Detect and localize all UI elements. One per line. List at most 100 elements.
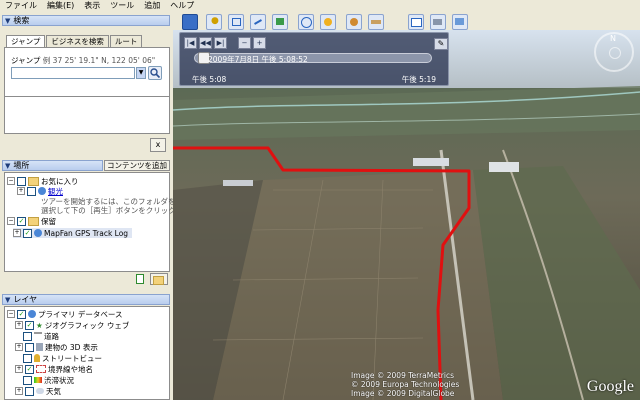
search-button[interactable]: [148, 66, 162, 80]
collapse-toggle[interactable]: −: [7, 177, 15, 185]
expand-toggle[interactable]: +: [13, 229, 21, 237]
add-overlay-button[interactable]: [272, 14, 288, 30]
tree-item-saved[interactable]: − ✓ 保留: [7, 216, 56, 226]
folder-icon: [28, 216, 39, 226]
star-icon: ★: [36, 320, 43, 330]
folder-menu-button[interactable]: [150, 273, 168, 285]
planet-icon: [350, 18, 358, 26]
expand-toggle[interactable]: +: [15, 343, 23, 351]
printer-icon: [433, 19, 442, 25]
layers-tree: − ✓ プライマリ データベース + ✓ ★ ジオグラフィック ウェブ 道路 +…: [4, 306, 170, 400]
places-tree: − お気に入り + 観光 ツアーを開始するには、このフォルダを 選択して下の［再…: [4, 172, 176, 272]
maps-button[interactable]: [452, 14, 468, 30]
checkbox[interactable]: [23, 331, 32, 341]
google-logo: Google: [586, 378, 634, 395]
layer-item[interactable]: + ✓ ★ ジオグラフィック ウェブ: [15, 320, 129, 330]
checkbox[interactable]: [27, 186, 36, 196]
overlay-icon: [276, 18, 284, 25]
jump-label: ジャンプ 例 37 25' 19.1" N, 122 05' 06": [11, 55, 155, 66]
navigation-control[interactable]: N: [594, 32, 634, 72]
tree-item-track-log[interactable]: + ✓ MapFan GPS Track Log: [13, 228, 133, 238]
layer-label: 建物の 3D 表示: [45, 342, 98, 352]
look-joystick-icon[interactable]: [609, 47, 621, 59]
layer-item[interactable]: + ✓ 境界線や地名: [15, 364, 93, 374]
expand-toggle[interactable]: +: [15, 387, 23, 395]
tree-item-sightseeing[interactable]: + 観光: [17, 186, 63, 196]
checkbox[interactable]: [23, 353, 32, 363]
search-section-header[interactable]: ▼ 検索: [2, 15, 170, 26]
copyright-line: Image © 2009 TerraMetrics: [351, 371, 455, 380]
menu-help[interactable]: ヘルプ: [165, 0, 199, 12]
checkbox[interactable]: ✓: [25, 320, 34, 330]
menu-file[interactable]: ファイル: [0, 0, 42, 12]
layer-item[interactable]: ストリートビュー: [23, 353, 102, 363]
layer-item[interactable]: + 建物の 3D 表示: [15, 342, 98, 352]
email-button[interactable]: [408, 14, 424, 30]
tour-hint: 選択して下の［再生］ボタンをクリック: [41, 205, 176, 215]
checkbox[interactable]: [17, 176, 26, 186]
menu-tools[interactable]: ツール: [105, 0, 139, 12]
ruler-icon: [371, 20, 381, 24]
print-button[interactable]: [430, 14, 446, 30]
add-polygon-button[interactable]: [228, 14, 244, 30]
layer-label: プライマリ データベース: [38, 309, 123, 319]
layers-section-header[interactable]: ▼ レイヤ: [2, 294, 170, 305]
layer-item[interactable]: 道路: [23, 331, 59, 341]
polygon-icon: [232, 18, 241, 26]
mail-icon: [411, 18, 422, 27]
path-icon: [254, 19, 262, 25]
time-play-button[interactable]: ◀◀: [199, 37, 212, 49]
checkbox[interactable]: [25, 386, 34, 396]
collapse-toggle[interactable]: −: [7, 217, 15, 225]
expand-toggle[interactable]: +: [15, 365, 23, 373]
time-forward-button[interactable]: ▶|: [214, 37, 227, 49]
checkbox[interactable]: ✓: [25, 364, 34, 374]
jump-example-text: 例 37 25' 19.1" N, 122 05' 06": [42, 56, 156, 65]
chevron-down-icon[interactable]: ▼: [136, 67, 146, 79]
sky-button[interactable]: [346, 14, 362, 30]
checkbox[interactable]: [25, 342, 34, 352]
sun-icon: [324, 18, 332, 26]
menu-edit[interactable]: 編集(E): [42, 0, 79, 12]
zoom-in-time-button[interactable]: +: [253, 37, 266, 49]
sunlight-button[interactable]: [320, 14, 336, 30]
track-log-label: MapFan GPS Track Log: [44, 228, 129, 238]
collapse-toggle[interactable]: −: [7, 310, 15, 318]
pushpin-icon: ●: [211, 16, 219, 26]
jump-label-text: ジャンプ: [11, 56, 41, 65]
add-path-button[interactable]: [250, 14, 266, 30]
copyright-line: Image © 2009 DigitalGlobe: [351, 389, 455, 398]
menu-add[interactable]: 追加: [139, 0, 165, 12]
main-toolbar: ●: [172, 12, 640, 30]
wrench-icon[interactable]: ✎: [434, 38, 448, 50]
historical-imagery-button[interactable]: [298, 14, 314, 30]
folder-icon: [28, 176, 39, 186]
jump-input[interactable]: [11, 67, 135, 79]
checkbox[interactable]: ✓: [17, 309, 26, 319]
checkbox[interactable]: [23, 375, 32, 385]
layer-item[interactable]: − ✓ プライマリ データベース: [7, 309, 123, 319]
search-results[interactable]: [4, 96, 170, 134]
time-back-button[interactable]: |◀: [184, 37, 197, 49]
add-placemark-button[interactable]: ●: [206, 14, 222, 30]
layer-item[interactable]: 渋滞状況: [23, 375, 74, 385]
places-section-header[interactable]: ▼ 場所: [2, 160, 103, 171]
earth-view[interactable]: |◀ ◀◀ ▶| − + ✎ 2009年7月8日 午後 5:08:52 午後 5…: [173, 30, 640, 400]
search-header-label: 検索: [13, 16, 30, 25]
sidebar-toggle-icon[interactable]: [136, 274, 144, 284]
add-content-button[interactable]: コンテンツを追加: [104, 160, 170, 171]
tree-item-favorites[interactable]: − お気に入り: [7, 176, 79, 186]
clear-results-button[interactable]: x: [150, 138, 166, 152]
traffic-icon: [34, 377, 42, 383]
ruler-button[interactable]: [368, 14, 384, 30]
clock-icon: [301, 17, 312, 28]
checkbox[interactable]: ✓: [23, 228, 32, 238]
expand-toggle[interactable]: +: [17, 187, 25, 195]
sidebar-toggle-button[interactable]: [182, 14, 198, 30]
expand-toggle[interactable]: +: [15, 321, 23, 329]
menu-view[interactable]: 表示: [79, 0, 105, 12]
current-time-label: 2009年7月8日 午後 5:08:52: [208, 55, 308, 64]
checkbox[interactable]: ✓: [17, 216, 26, 226]
zoom-out-time-button[interactable]: −: [238, 37, 251, 49]
layer-item[interactable]: + 天気: [15, 386, 61, 396]
